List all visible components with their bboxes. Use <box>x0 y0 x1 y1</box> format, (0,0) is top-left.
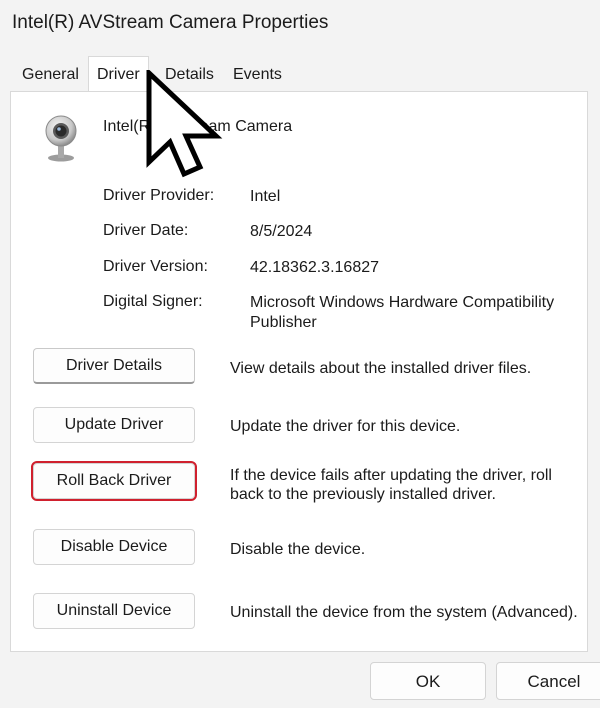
disable-device-button[interactable]: Disable Device <box>33 529 195 565</box>
properties-dialog: Intel(R) AVStream Camera Properties Gene… <box>0 0 600 708</box>
digital-signer-value: Microsoft Windows Hardware Compatibility… <box>250 294 555 331</box>
driver-version-value: 42.18362.3.16827 <box>250 259 380 276</box>
cancel-button[interactable]: Cancel <box>496 662 600 700</box>
tab-strip: General Driver Details Events <box>0 52 600 94</box>
driver-details-button[interactable]: Driver Details <box>33 348 195 384</box>
title-bar: Intel(R) AVStream Camera Properties <box>0 0 600 50</box>
driver-provider-value: Intel <box>250 188 281 205</box>
driver-provider-label: Driver Provider: <box>103 187 215 204</box>
uninstall-device-button[interactable]: Uninstall Device <box>33 593 195 629</box>
update-driver-button[interactable]: Update Driver <box>33 407 195 443</box>
tab-events[interactable]: Events <box>233 66 282 84</box>
disable-device-description: Disable the device. <box>230 541 366 558</box>
webcam-icon <box>41 112 81 162</box>
ok-button[interactable]: OK <box>370 662 486 700</box>
driver-details-description: View details about the installed driver … <box>230 360 532 377</box>
roll-back-driver-description: If the device fails after updating the d… <box>230 467 552 503</box>
digital-signer-label: Digital Signer: <box>103 293 203 310</box>
window-title: Intel(R) AVStream Camera Properties <box>12 12 329 33</box>
tab-details[interactable]: Details <box>165 66 214 84</box>
roll-back-driver-button[interactable]: Roll Back Driver <box>31 461 197 501</box>
driver-date-label: Driver Date: <box>103 222 189 239</box>
tab-general[interactable]: General <box>22 66 79 84</box>
driver-date-value: 8/5/2024 <box>250 223 313 240</box>
device-name: Intel(R) AVStream Camera <box>103 118 293 135</box>
driver-version-label: Driver Version: <box>103 258 208 275</box>
driver-tab-panel: Intel(R) AVStream Camera Driver Provider… <box>10 91 588 652</box>
update-driver-description: Update the driver for this device. <box>230 418 461 435</box>
dialog-footer: OK Cancel <box>0 652 600 708</box>
uninstall-device-description: Uninstall the device from the system (Ad… <box>230 604 578 621</box>
tab-driver[interactable]: Driver <box>88 56 149 94</box>
